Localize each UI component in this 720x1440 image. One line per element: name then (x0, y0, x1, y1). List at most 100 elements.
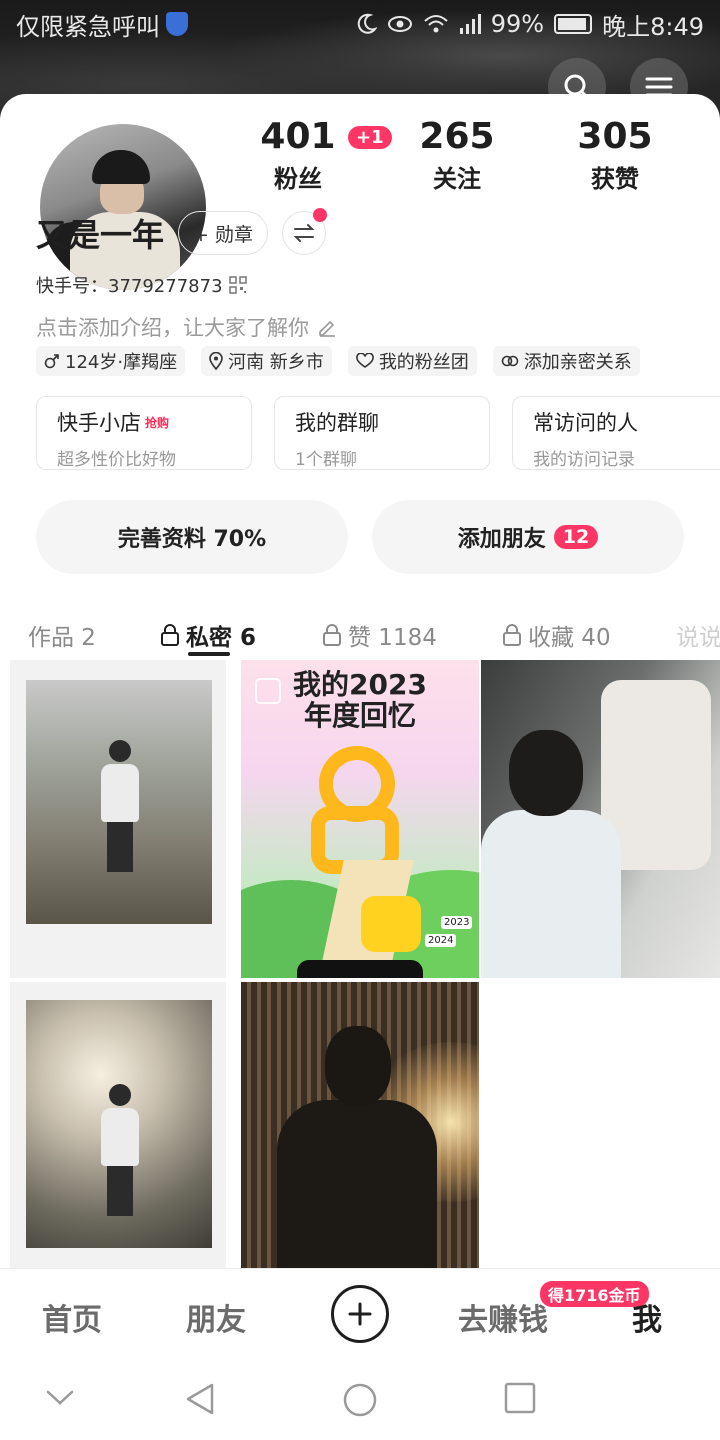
grid-item-3[interactable] (481, 660, 720, 978)
tag-add-relation[interactable]: 添加亲密关系 (492, 346, 640, 376)
create-post-button[interactable] (331, 1285, 389, 1343)
stat-following-label: 关注 (433, 165, 481, 193)
lock-icon (161, 624, 179, 646)
tag-location-label: 河南 新乡市 (228, 352, 324, 373)
new-followers-badge: +1 (348, 126, 392, 149)
shop-card-subtitle: 超多性价比好物 (57, 450, 176, 470)
shop-card[interactable]: 快手小店 抢购 超多性价比好物 (36, 396, 252, 470)
profile-name: 又是一年 (36, 216, 165, 254)
group-chat-card-title: 我的群聊 (295, 411, 379, 435)
stat-followers-value: 401 (260, 116, 336, 157)
shield-icon (166, 12, 188, 36)
add-friends-button[interactable]: 添加朋友 12 (372, 500, 684, 574)
link-icon (501, 355, 519, 367)
shop-hot-badge: 抢购 (145, 415, 170, 430)
grid-item-1[interactable] (10, 660, 226, 978)
content-tabs: 作品 2 私密 6 赞 1184 收藏 40 说说 (0, 604, 720, 660)
tab-private-label: 私密 6 (186, 625, 257, 651)
signal-icon (459, 14, 481, 34)
stat-following-value: 265 (419, 116, 495, 157)
male-icon (44, 354, 59, 369)
kuaishou-id-row[interactable]: 快手号：3779277873 (36, 272, 247, 298)
stat-likes-value: 305 (577, 116, 653, 157)
tag-location[interactable]: 河南 新乡市 (201, 346, 332, 376)
stat-followers[interactable]: 401 粉丝 +1 (238, 116, 392, 194)
tag-age-label: 124岁·摩羯座 (65, 352, 178, 373)
person-silhouette (481, 730, 631, 978)
kuaishou-id: 快手号：3779277873 (36, 276, 223, 297)
nav-home[interactable]: 首页 (42, 1295, 102, 1339)
tab-works[interactable]: 作品 2 (28, 618, 96, 652)
stat-likes[interactable]: 305 获赞 (555, 116, 675, 194)
bio-row[interactable]: 点击添加介绍，让大家了解你 (36, 312, 337, 342)
tab-favorites-label: 收藏 40 (528, 625, 611, 651)
group-chat-card-subtitle: 1个群聊 (295, 450, 357, 470)
profile-tags: 124岁·摩羯座 河南 新乡市 我的粉丝团 添加亲密关系 (36, 346, 640, 376)
grid-item-5[interactable] (241, 982, 479, 1268)
promo-button (297, 960, 423, 978)
stat-likes-label: 获赞 (591, 165, 639, 193)
recents-square-icon[interactable] (504, 1382, 536, 1414)
qr-code-icon[interactable] (228, 276, 247, 294)
nav-me[interactable]: 我 (632, 1295, 662, 1339)
swap-icon (293, 224, 315, 242)
tab-works-label: 作品 2 (28, 625, 96, 651)
medal-button[interactable]: + 勋章 (178, 211, 268, 255)
promo-title: 我的2023 年度回忆 (241, 668, 479, 732)
tab-liked-label: 赞 1184 (348, 625, 437, 651)
carrier-text: 仅限紧急呼叫 (16, 12, 160, 41)
person-silhouette-body (277, 1100, 437, 1268)
plus-icon (348, 1302, 372, 1326)
location-pin-icon (209, 352, 223, 370)
stat-following[interactable]: 265 关注 (397, 116, 517, 194)
group-chat-card[interactable]: 我的群聊 1个群聊 (274, 396, 490, 470)
active-tab-indicator (188, 652, 230, 656)
tag-age[interactable]: 124岁·摩羯座 (36, 346, 186, 376)
tag-fan-group-label: 我的粉丝团 (378, 352, 469, 373)
edit-icon (319, 320, 335, 337)
wifi-icon (424, 15, 448, 33)
frequent-visitors-card[interactable]: 常访问的人 我的访问记录 (512, 396, 720, 470)
stat-followers-label: 粉丝 (274, 165, 322, 193)
avatar[interactable] (36, 120, 210, 294)
bottom-nav: 首页 朋友 去赚钱 得1716金币 我 (0, 1268, 720, 1360)
clock: 晚上8:49 (602, 12, 704, 41)
grid-item-4[interactable] (10, 982, 226, 1268)
tab-private[interactable]: 私密 6 (160, 618, 256, 652)
back-icon[interactable] (184, 1382, 216, 1416)
person-silhouette-head (325, 1026, 391, 1106)
nav-friends[interactable]: 朋友 (186, 1295, 246, 1339)
home-circle-icon[interactable] (342, 1382, 378, 1418)
status-bar: 仅限紧急呼叫 99% 晚上8:49 (0, 0, 720, 48)
frequent-visitors-card-title: 常访问的人 (533, 411, 638, 435)
sign-2024: 2024 (425, 934, 457, 947)
tag-fan-group[interactable]: 我的粉丝团 (347, 346, 477, 376)
notification-dot (312, 208, 327, 222)
lock-icon (323, 624, 341, 646)
eye-icon (387, 16, 412, 32)
collapse-icon[interactable] (44, 1388, 76, 1408)
tab-favorites[interactable]: 收藏 40 (502, 618, 611, 652)
lock-icon (503, 624, 521, 646)
moon-icon (357, 13, 377, 34)
complete-profile-button[interactable]: 完善资料 70% (36, 500, 348, 574)
tab-liked[interactable]: 赞 1184 (322, 618, 437, 652)
photo-thumbnail (26, 680, 212, 924)
promo-title-line1: 我的2023 (293, 668, 427, 701)
battery-icon (554, 14, 593, 34)
nav-earn[interactable]: 去赚钱 (458, 1295, 548, 1339)
action-row: 完善资料 70% 添加朋友 12 (36, 500, 684, 574)
switch-account-button[interactable] (281, 208, 327, 255)
name-row: 又是一年 + 勋章 (36, 208, 327, 256)
shop-card-title: 快手小店 (57, 411, 141, 435)
bio-placeholder: 点击添加介绍，让大家了解你 (36, 316, 309, 340)
grid-item-2[interactable]: 我的2023 年度回忆 2023 2024 (241, 660, 479, 978)
frequent-visitors-card-subtitle: 我的访问记录 (533, 450, 635, 470)
tab-moments[interactable]: 说说 (676, 618, 720, 652)
add-friends-label: 添加朋友 (457, 527, 546, 552)
sign-2023: 2023 (441, 916, 473, 929)
add-friends-count: 12 (553, 525, 599, 549)
photo-thumbnail (26, 1000, 212, 1248)
mascot (361, 896, 421, 952)
system-nav-bar (0, 1360, 720, 1440)
